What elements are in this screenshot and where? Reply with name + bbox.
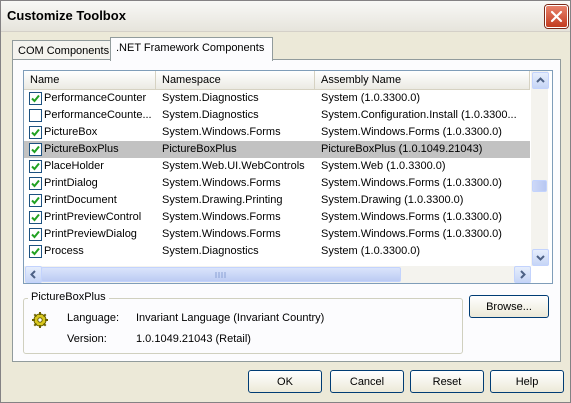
row-checkbox[interactable] bbox=[29, 143, 42, 156]
version-value: 1.0.1049.21043 (Retail) bbox=[136, 333, 251, 345]
row-assembly: System.Windows.Forms (1.0.3300.0) bbox=[321, 126, 502, 138]
list-item[interactable]: PictureBoxPlus PictureBoxPlus PictureBoxPl… bbox=[24, 141, 530, 158]
chevron-left-icon bbox=[30, 270, 36, 279]
row-assembly: System.Configuration.Install (1.0.3300..… bbox=[321, 109, 517, 121]
row-name: PlaceHolder bbox=[44, 160, 104, 172]
checkmark-icon bbox=[31, 196, 40, 205]
vertical-scrollbar[interactable] bbox=[531, 71, 549, 266]
row-checkbox[interactable] bbox=[29, 245, 42, 258]
row-assembly: System.Web (1.0.3300.0) bbox=[321, 160, 446, 172]
row-name: PrintPreviewDialog bbox=[44, 228, 137, 240]
row-name: PrintPreviewControl bbox=[44, 211, 142, 223]
close-icon bbox=[550, 10, 563, 23]
row-assembly: System (1.0.3300.0) bbox=[321, 245, 421, 257]
list-item[interactable]: PlaceHolder System.Web.UI.WebControls Syst… bbox=[24, 158, 530, 175]
checkmark-icon bbox=[31, 94, 40, 103]
checkmark-icon bbox=[31, 128, 40, 137]
checkmark-icon bbox=[31, 179, 40, 188]
help-button[interactable]: Help bbox=[490, 370, 564, 393]
row-assembly: PictureBoxPlus (1.0.1049.21043) bbox=[321, 143, 483, 155]
column-header-name[interactable]: Name bbox=[24, 71, 156, 89]
vertical-scroll-thumb[interactable] bbox=[532, 180, 547, 192]
row-assembly: System.Drawing (1.0.3300.0) bbox=[321, 194, 464, 206]
scroll-up-button[interactable] bbox=[532, 72, 549, 89]
customize-toolbox-dialog: Customize Toolbox COM Components .NET Fr… bbox=[0, 0, 571, 403]
component-details-group bbox=[23, 298, 463, 354]
row-checkbox[interactable] bbox=[29, 160, 42, 173]
browse-button[interactable]: Browse... bbox=[469, 295, 549, 318]
scroll-left-button[interactable] bbox=[25, 266, 42, 283]
checkmark-icon bbox=[31, 230, 40, 239]
scroll-down-button[interactable] bbox=[532, 249, 549, 266]
row-name: PerformanceCounte... bbox=[44, 109, 152, 121]
checkmark-icon bbox=[31, 162, 40, 171]
close-button[interactable] bbox=[545, 5, 568, 28]
row-checkbox[interactable] bbox=[29, 177, 42, 190]
checkmark-icon bbox=[31, 145, 40, 154]
row-namespace: System.Diagnostics bbox=[162, 245, 259, 257]
row-namespace: System.Drawing.Printing bbox=[162, 194, 283, 206]
column-header-namespace[interactable]: Namespace bbox=[156, 71, 315, 89]
list-item[interactable]: PrintDocument System.Drawing.Printing Syst… bbox=[24, 192, 530, 209]
row-namespace: System.Windows.Forms bbox=[162, 211, 281, 223]
cancel-button[interactable]: Cancel bbox=[330, 370, 404, 393]
checkmark-icon bbox=[31, 247, 40, 256]
row-assembly: System.Windows.Forms (1.0.3300.0) bbox=[321, 228, 502, 240]
horizontal-scroll-thumb[interactable] bbox=[41, 267, 401, 282]
row-name: PictureBoxPlus bbox=[44, 143, 119, 155]
row-checkbox[interactable] bbox=[29, 126, 42, 139]
row-checkbox[interactable] bbox=[29, 92, 42, 105]
row-checkbox[interactable] bbox=[29, 194, 42, 207]
chevron-up-icon bbox=[536, 77, 545, 83]
row-name: Process bbox=[44, 245, 84, 257]
column-header-assembly-name[interactable]: Assembly Name bbox=[315, 71, 530, 89]
chevron-right-icon bbox=[520, 270, 526, 279]
list-item[interactable]: PrintPreviewControl System.Windows.Forms S… bbox=[24, 209, 530, 226]
row-checkbox[interactable] bbox=[29, 109, 42, 122]
row-namespace: System.Diagnostics bbox=[162, 109, 259, 121]
row-assembly: System.Windows.Forms (1.0.3300.0) bbox=[321, 177, 502, 189]
row-name: PictureBox bbox=[44, 126, 98, 138]
row-assembly: System (1.0.3300.0) bbox=[321, 92, 421, 104]
list-rows: PerformanceCounter System.Diagnostics Syst… bbox=[24, 90, 530, 260]
window-title: Customize Toolbox bbox=[7, 8, 126, 23]
row-name: PrintDocument bbox=[44, 194, 117, 206]
row-checkbox[interactable] bbox=[29, 228, 42, 241]
version-label: Version: bbox=[67, 333, 107, 345]
list-item[interactable]: PerformanceCounter System.Diagnostics Syst… bbox=[24, 90, 530, 107]
list-item[interactable]: Process System.Diagnostics System (1.0.330… bbox=[24, 243, 530, 260]
list-header: Name Namespace Assembly Name bbox=[24, 71, 530, 90]
title-bar[interactable]: Customize Toolbox bbox=[1, 1, 570, 32]
reset-button[interactable]: Reset bbox=[410, 370, 484, 393]
language-label: Language: bbox=[67, 312, 119, 324]
tab-net-framework-components[interactable]: .NET Framework Components bbox=[110, 37, 273, 61]
row-name: PerformanceCounter bbox=[44, 92, 147, 104]
chevron-down-icon bbox=[536, 255, 545, 261]
gear-icon bbox=[32, 312, 48, 328]
language-value: Invariant Language (Invariant Country) bbox=[136, 312, 325, 324]
row-namespace: System.Diagnostics bbox=[162, 92, 259, 104]
row-namespace: System.Web.UI.WebControls bbox=[162, 160, 305, 172]
row-namespace: System.Windows.Forms bbox=[162, 126, 281, 138]
row-namespace: System.Windows.Forms bbox=[162, 177, 281, 189]
row-checkbox[interactable] bbox=[29, 211, 42, 224]
list-item[interactable]: PrintDialog System.Windows.Forms System.Wi… bbox=[24, 175, 530, 192]
details-group-title: PictureBoxPlus bbox=[28, 291, 109, 303]
list-item[interactable]: PerformanceCounte... System.Diagnostics Sy… bbox=[24, 107, 530, 124]
row-namespace: System.Windows.Forms bbox=[162, 228, 281, 240]
row-name: PrintDialog bbox=[44, 177, 98, 189]
list-item[interactable]: PrintPreviewDialog System.Windows.Forms Sy… bbox=[24, 226, 530, 243]
horizontal-scrollbar[interactable] bbox=[24, 266, 531, 283]
checkmark-icon bbox=[31, 213, 40, 222]
grip-icon bbox=[215, 272, 226, 278]
tab-com-components[interactable]: COM Components bbox=[12, 40, 118, 61]
components-list[interactable]: Name Namespace Assembly Name Performance… bbox=[23, 70, 553, 284]
ok-button[interactable]: OK bbox=[248, 370, 322, 393]
row-namespace: PictureBoxPlus bbox=[162, 143, 237, 155]
list-item[interactable]: PictureBox System.Windows.Forms System.Win… bbox=[24, 124, 530, 141]
row-assembly: System.Windows.Forms (1.0.3300.0) bbox=[321, 211, 502, 223]
scroll-right-button[interactable] bbox=[514, 266, 531, 283]
